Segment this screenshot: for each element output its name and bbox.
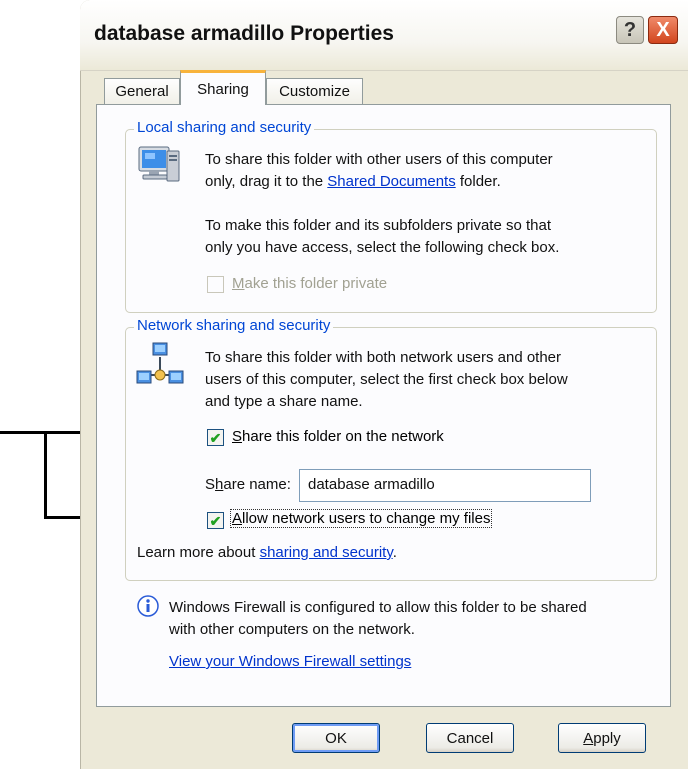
make-private-label: Make this folder private [232, 275, 387, 292]
tab-general[interactable]: General [104, 78, 180, 104]
cancel-button[interactable]: Cancel [426, 723, 514, 753]
network-sharing-legend: Network sharing and security [134, 317, 334, 334]
allow-change-focus: Allow network users to change my files [230, 509, 493, 528]
local-sharing-text-line2: only, drag it to the Shared Documents fo… [205, 171, 501, 192]
local-sharing-legend: Local sharing and security [134, 119, 315, 136]
tab-sharing[interactable]: Sharing [180, 70, 266, 105]
private-text-line2: only you have access, select the followi… [205, 239, 560, 256]
computer-icon [138, 146, 180, 182]
firewall-text-line1: Windows Firewall is configured to allow … [169, 599, 587, 616]
share-folder-label: Share this folder on the network [232, 428, 444, 445]
allow-change-mnemonic: A [232, 510, 243, 527]
ok-button[interactable]: OK [292, 723, 380, 753]
learn-more-text: Learn more about sharing and security. [137, 542, 397, 563]
share-folder-mnemonic: S [232, 428, 243, 445]
tab-customize[interactable]: Customize [266, 78, 363, 104]
arrow-vertical-connector [44, 431, 47, 519]
private-text-line1: To make this folder and its subfolders p… [205, 217, 552, 234]
help-button[interactable]: ? [616, 16, 644, 44]
sharing-and-security-link[interactable]: sharing and security [260, 544, 393, 561]
make-private-label-text: ake this folder private [244, 275, 388, 292]
apply-mnemonic: A [583, 729, 594, 747]
learn-more-suffix: . [392, 544, 397, 561]
learn-more-prefix: Learn more about [137, 544, 260, 561]
local-sharing-text-line1: To share this folder with other users of… [205, 151, 553, 168]
allow-change-label: Allow network users to change my files [230, 509, 493, 528]
share-folder-checkbox[interactable]: ✔ [207, 429, 224, 446]
dialog-title: database armadillo Properties [94, 22, 394, 45]
shared-documents-link[interactable]: Shared Documents [327, 173, 455, 190]
share-name-label-post: are name: [223, 476, 291, 493]
sharing-tab-panel: Local sharing and security To share this… [96, 104, 671, 707]
share-name-label-pre: S [205, 476, 216, 493]
share-name-label: Share name: [205, 474, 291, 495]
apply-label-text: pply [593, 729, 621, 747]
share-name-input[interactable]: database armadillo [299, 469, 591, 502]
share-folder-label-text: hare this folder on the network [242, 428, 444, 445]
allow-change-checkbox[interactable]: ✔ [207, 512, 224, 529]
network-share-icon [136, 342, 184, 384]
firewall-text-line2: with other computers on the network. [169, 621, 415, 638]
local-sharing-text-prefix: only, drag it to the [205, 173, 328, 190]
make-private-mnemonic: M [232, 275, 245, 292]
network-text-line3: and type a share name. [205, 393, 363, 410]
firewall-settings-link[interactable]: View your Windows Firewall settings [169, 651, 411, 672]
title-bar: database armadillo Properties ? X [80, 0, 688, 71]
info-icon [137, 595, 159, 617]
local-sharing-text-suffix: folder. [455, 173, 501, 190]
allow-change-label-text: llow network users to change my files [242, 510, 491, 527]
apply-button[interactable]: Apply [558, 723, 646, 753]
properties-dialog: database armadillo Properties ? X Genera… [80, 0, 688, 769]
network-text-line2: users of this computer, select the first… [205, 371, 568, 388]
make-private-checkbox[interactable] [207, 276, 224, 293]
close-button[interactable]: X [648, 16, 678, 44]
network-text-line1: To share this folder with both network u… [205, 349, 562, 366]
